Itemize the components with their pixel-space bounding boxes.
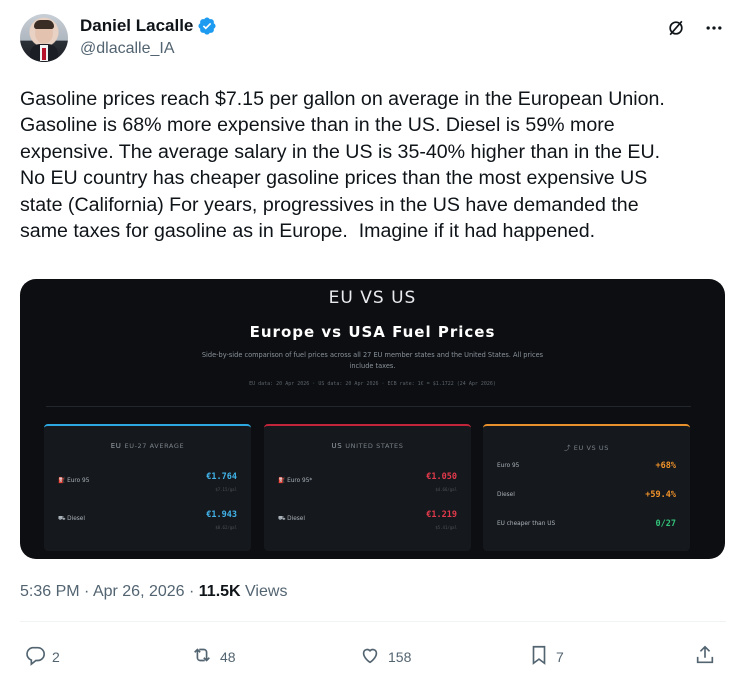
repost-button[interactable]: 48: [190, 644, 236, 669]
repost-count: 48: [220, 648, 236, 665]
row-label-text: Diesel: [67, 516, 85, 522]
author-avatar[interactable]: [20, 14, 68, 62]
row-label: ⛽ Euro 95: [58, 478, 89, 484]
card-title: EU EU-27 AVERAGE: [44, 442, 251, 450]
row-label-text: Euro 95*: [287, 478, 313, 484]
media-subtitle: Side-by-side comparison of fuel prices a…: [201, 351, 544, 370]
row-subvalue: $4.66/gal: [435, 487, 457, 492]
fuel-icon: ⛽: [58, 478, 66, 484]
row-label: ⛽ Euro 95*: [278, 478, 312, 484]
actions-divider: [20, 621, 726, 622]
row-value: €1.764: [206, 472, 237, 482]
bookmark-icon: [528, 644, 550, 669]
row-value: €1.219: [426, 510, 457, 520]
tweet-time[interactable]: 5:36 PM: [20, 583, 80, 600]
tweet-timestamp: 5:36 PM · Apr 26, 2026 · 11.5K Views: [20, 583, 288, 600]
card-tag: US: [331, 442, 343, 450]
like-count: 158: [388, 648, 412, 665]
views-label: Views: [245, 583, 288, 600]
tweet-date[interactable]: Apr 26, 2026: [93, 583, 185, 600]
card-title: US UNITED STATES: [264, 442, 471, 450]
row-value: +68%: [655, 461, 676, 471]
author-name[interactable]: Daniel Lacalle: [80, 16, 193, 36]
grok-slash-icon[interactable]: [664, 16, 688, 40]
eu-average-card: EU EU-27 AVERAGE ⛽ Euro 95 €1.764 $7.15/g…: [44, 424, 251, 551]
united-states-card: US UNITED STATES ⛽ Euro 95* €1.050 $4.66/…: [264, 424, 471, 551]
views-count: 11.5K: [198, 583, 241, 600]
row-value: €1.943: [206, 510, 237, 520]
repost-icon: [190, 644, 214, 669]
tweet-header: Daniel Lacalle @dlacalle_IA: [20, 14, 726, 70]
card-title-text: EU VS US: [573, 444, 610, 452]
like-button[interactable]: 158: [358, 644, 411, 669]
author-name-row: Daniel Lacalle: [80, 16, 217, 36]
author-handle[interactable]: @dlacalle_IA: [80, 40, 175, 58]
card-title-text: EU-27 AVERAGE: [124, 442, 185, 450]
row-value: 0/27: [655, 519, 676, 529]
row-label-text: Euro 95: [67, 478, 90, 484]
more-icon[interactable]: [702, 16, 726, 40]
header-actions: [664, 16, 726, 40]
card-tag: EU: [110, 442, 122, 450]
card-title-text: UNITED STATES: [345, 442, 404, 450]
row-label: Euro 95: [497, 463, 520, 469]
like-icon: [358, 644, 382, 669]
tweet-actions-bar: 2 48 158 7: [20, 644, 726, 670]
card-title: ⤴ EU VS US: [483, 442, 690, 452]
share-icon: [694, 644, 716, 669]
media-divider: [46, 406, 691, 407]
row-label: EU cheaper than US: [497, 521, 556, 527]
row-label: ⛟ Diesel: [58, 516, 85, 523]
row-label: Diesel: [497, 492, 515, 498]
row-subvalue: $5.41/gal: [435, 525, 457, 530]
media-title: Europe vs USA Fuel Prices: [249, 323, 496, 341]
row-value: €1.050: [426, 472, 457, 482]
verified-badge-icon: [197, 16, 217, 36]
row-label-text: Diesel: [287, 516, 305, 522]
reply-icon: [24, 644, 46, 669]
row-value: +59.4%: [645, 490, 676, 500]
car-icon: ⛟: [58, 516, 66, 522]
avatar-hair: [34, 20, 54, 29]
media-heading: EU VS US: [328, 288, 417, 308]
car-icon: ⛟: [278, 516, 286, 522]
row-label: ⛟ Diesel: [278, 516, 305, 523]
reply-button[interactable]: 2: [24, 644, 60, 669]
eu-vs-us-card: ⤴ EU VS US Euro 95 +68% Diesel +59.4% EU…: [483, 424, 690, 551]
avatar-tie: [42, 48, 46, 60]
fuel-icon: ⛽: [278, 478, 286, 484]
trend-icon: ⤴: [563, 444, 572, 452]
media-meta: EU data: 20 Apr 2026 · US data: 20 Apr 2…: [249, 381, 496, 387]
share-button[interactable]: [694, 644, 716, 669]
row-subvalue: $7.15/gal: [215, 487, 237, 492]
bookmark-button[interactable]: 7: [528, 644, 564, 669]
tweet-text: Gasoline prices reach $7.15 per gallon o…: [20, 88, 665, 243]
reply-count: 2: [52, 648, 60, 665]
bookmark-count: 7: [556, 648, 564, 665]
row-subvalue: $8.62/gal: [215, 525, 237, 530]
tweet-media-image[interactable]: EU VS US Europe vs USA Fuel Prices Side-…: [20, 279, 725, 559]
